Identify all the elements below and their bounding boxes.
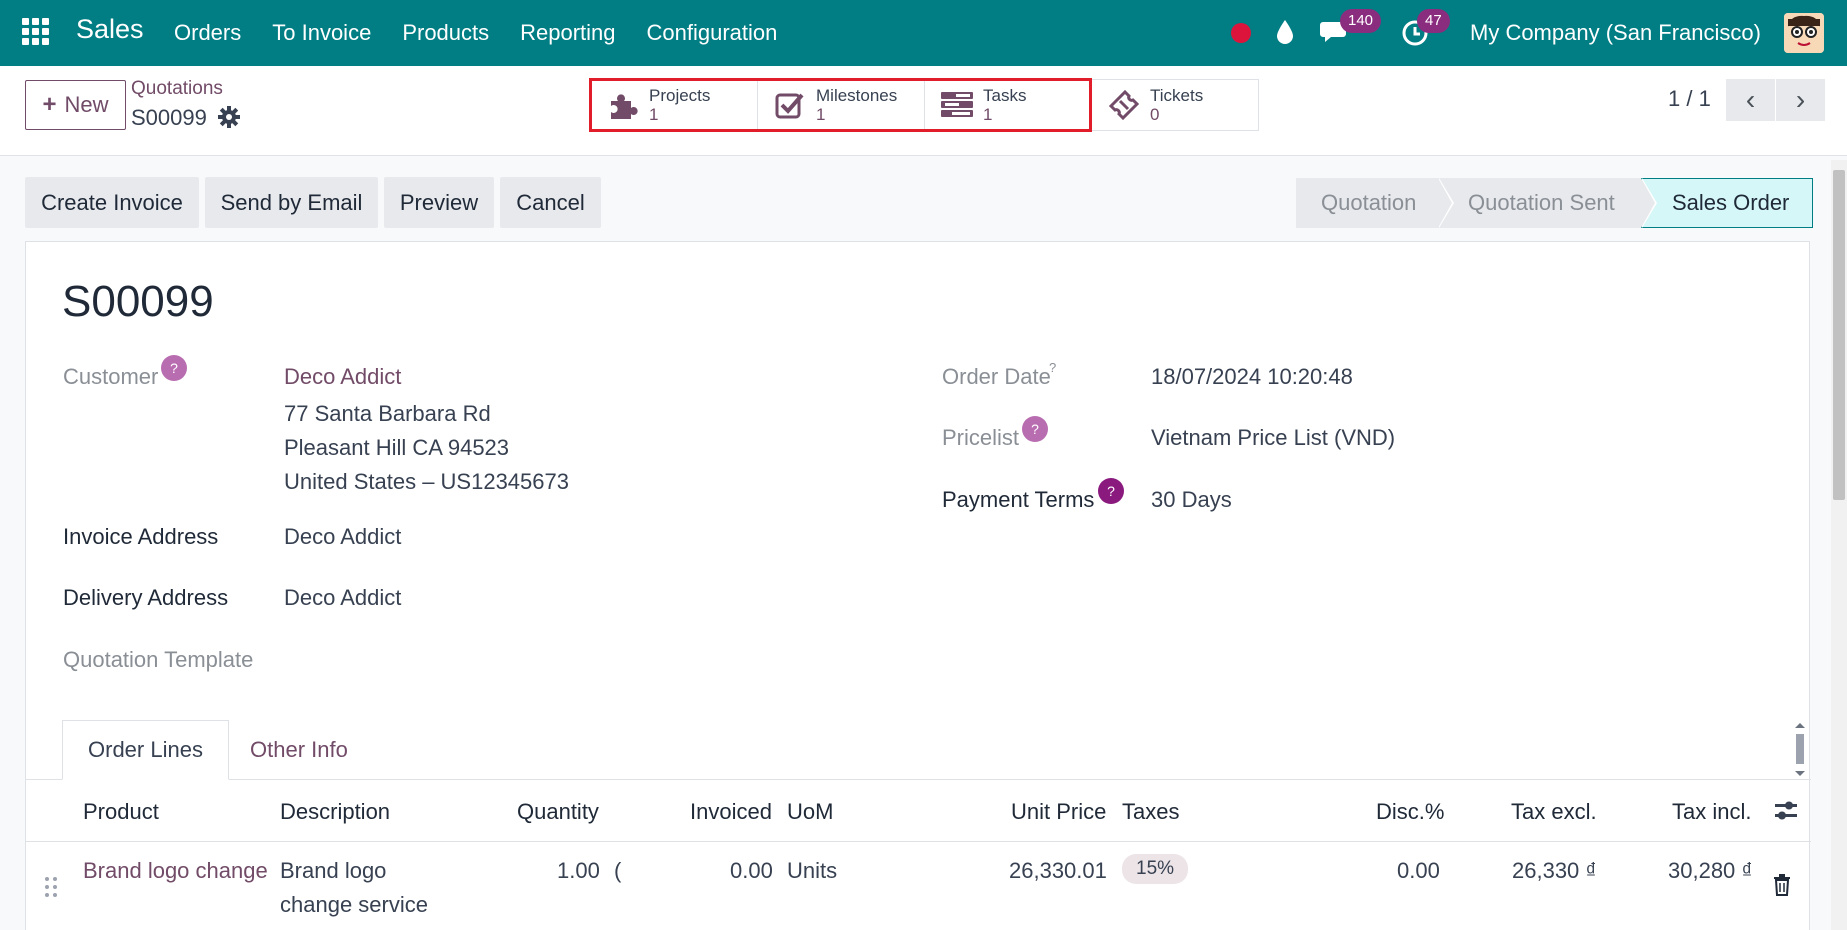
status-bar: Quotation Quotation Sent Sales Order xyxy=(1296,178,1813,228)
drag-handle-icon[interactable] xyxy=(44,876,58,898)
quotation-template-label: Quotation Template xyxy=(63,647,254,672)
pricelist-help-icon[interactable]: ? xyxy=(1022,416,1048,442)
activity-count-badge: 47 xyxy=(1417,9,1450,33)
order-date-label: Order Date xyxy=(942,364,1051,389)
send-by-email-button[interactable]: Send by Email xyxy=(205,177,378,228)
tasks-icon xyxy=(939,87,975,123)
column-header-invoiced[interactable]: Invoiced xyxy=(690,799,772,825)
column-header-unit-price[interactable]: Unit Price xyxy=(1011,799,1106,825)
app-name[interactable]: Sales xyxy=(76,14,144,45)
column-header-discount[interactable]: Disc.% xyxy=(1376,799,1444,825)
menu-item-orders[interactable]: Orders xyxy=(174,20,241,46)
payment-terms-label: Payment Terms xyxy=(942,487,1095,512)
notebook-tabs: Order Lines Other Info xyxy=(26,720,1811,780)
user-avatar[interactable] xyxy=(1784,13,1824,53)
company-switcher[interactable]: My Company (San Francisco) xyxy=(1470,20,1761,46)
avatar-face-icon xyxy=(1784,13,1824,53)
table-scrollbar[interactable] xyxy=(1794,722,1806,777)
recording-dot-icon[interactable] xyxy=(1231,23,1251,43)
apps-grid-icon[interactable] xyxy=(22,18,49,45)
breadcrumb-current: S00099 xyxy=(131,105,207,130)
column-header-product[interactable]: Product xyxy=(83,799,159,825)
order-date-help-icon[interactable]: ? xyxy=(1049,360,1056,375)
smart-button-projects[interactable]: Projects 1 xyxy=(590,79,758,131)
tab-other-info[interactable]: Other Info xyxy=(225,720,373,780)
pager-next-button[interactable]: › xyxy=(1776,79,1825,121)
ticket-icon xyxy=(1106,87,1142,123)
table-row[interactable]: Brand logo change Brand logo change serv… xyxy=(26,842,1811,930)
tax-tag[interactable]: 15% xyxy=(1122,854,1189,884)
new-button[interactable]: + New xyxy=(25,80,126,130)
order-lines-header: Product Description Quantity Invoiced Uo… xyxy=(26,780,1811,842)
record-title: S00099 xyxy=(62,277,214,326)
smart-buttons: Projects 1 Milestones 1 Tasks 1 Tickets … xyxy=(590,79,1259,131)
row-tax-excl: 26,330 ₫ xyxy=(1512,858,1597,883)
order-date-field[interactable]: 18/07/2024 10:20:48 xyxy=(1151,364,1353,390)
trash-icon[interactable] xyxy=(1773,874,1791,896)
payment-terms-help-icon[interactable]: ? xyxy=(1098,478,1124,504)
row-description-line2[interactable]: change service xyxy=(280,892,428,918)
customer-address-line2: Pleasant Hill CA 94523 xyxy=(284,435,510,460)
row-discount[interactable]: 0.00 xyxy=(1397,858,1440,884)
row-uom[interactable]: Units xyxy=(787,858,837,884)
status-step-quotation-sent[interactable]: Quotation Sent xyxy=(1438,178,1657,228)
column-header-quantity[interactable]: Quantity xyxy=(517,799,599,825)
create-invoice-button[interactable]: Create Invoice xyxy=(25,177,199,228)
plus-icon: + xyxy=(42,91,57,118)
main-menu: Orders To Invoice Products Reporting Con… xyxy=(174,20,808,46)
row-quantity[interactable]: 1.00 xyxy=(557,858,600,884)
preview-button[interactable]: Preview xyxy=(384,177,494,228)
form-sheet: S00099 Customer ? Deco Addict 77 Santa B… xyxy=(25,241,1811,930)
column-header-uom[interactable]: UoM xyxy=(787,799,833,825)
breadcrumb-parent[interactable]: Quotations xyxy=(131,78,223,100)
droplet-icon[interactable] xyxy=(1275,18,1295,46)
smart-button-tickets[interactable]: Tickets 0 xyxy=(1091,79,1259,131)
optional-columns-icon[interactable] xyxy=(1773,798,1799,824)
row-tax-incl: 30,280 ₫ xyxy=(1668,858,1753,883)
menu-item-configuration[interactable]: Configuration xyxy=(647,20,778,46)
tab-order-lines[interactable]: Order Lines xyxy=(62,720,229,780)
pager-value[interactable]: 1 / 1 xyxy=(1668,86,1711,112)
row-invoiced: 0.00 xyxy=(730,858,773,883)
menu-item-to-invoice[interactable]: To Invoice xyxy=(272,20,371,46)
chevron-right-icon: › xyxy=(1795,84,1806,115)
menu-item-products[interactable]: Products xyxy=(402,20,489,46)
column-header-tax-incl[interactable]: Tax incl. xyxy=(1672,799,1751,825)
row-delivered-truncated: ( xyxy=(614,858,622,883)
column-header-taxes[interactable]: Taxes xyxy=(1122,799,1179,825)
menu-item-reporting[interactable]: Reporting xyxy=(520,20,615,46)
pager-previous-button[interactable]: ‹ xyxy=(1726,79,1775,121)
invoice-address-field[interactable]: Deco Addict xyxy=(284,524,401,550)
top-navbar: Sales Orders To Invoice Products Reporti… xyxy=(0,0,1847,66)
status-step-quotation[interactable]: Quotation xyxy=(1296,178,1454,228)
smart-button-tasks[interactable]: Tasks 1 xyxy=(924,79,1092,131)
cancel-button[interactable]: Cancel xyxy=(500,177,601,228)
customer-address-line3: United States – US12345673 xyxy=(284,469,569,494)
customer-address-line1: 77 Santa Barbara Rd xyxy=(284,401,491,426)
row-description-line1[interactable]: Brand logo xyxy=(280,858,386,884)
customer-label: Customer xyxy=(63,364,159,389)
gear-icon[interactable] xyxy=(218,106,240,128)
check-square-icon xyxy=(772,87,808,123)
control-panel: + New Quotations S00099 Projects 1 Miles… xyxy=(0,66,1847,156)
column-header-tax-excl[interactable]: Tax excl. xyxy=(1511,799,1597,825)
invoice-address-label: Invoice Address xyxy=(63,524,219,549)
chevron-left-icon: ‹ xyxy=(1745,84,1756,115)
column-header-description[interactable]: Description xyxy=(280,799,390,825)
chat-count-badge: 140 xyxy=(1340,9,1382,33)
pricelist-label: Pricelist xyxy=(942,425,1020,450)
status-step-sales-order[interactable]: Sales Order xyxy=(1641,178,1813,228)
delivery-address-field[interactable]: Deco Addict xyxy=(284,585,401,611)
delivery-address-label: Delivery Address xyxy=(63,585,229,610)
smart-button-milestones[interactable]: Milestones 1 xyxy=(757,79,925,131)
customer-field[interactable]: Deco Addict xyxy=(284,364,401,390)
page-scrollbar-thumb[interactable] xyxy=(1833,170,1845,500)
puzzle-icon xyxy=(605,87,641,123)
row-product[interactable]: Brand logo change xyxy=(83,858,268,884)
pricelist-field[interactable]: Vietnam Price List (VND) xyxy=(1151,425,1395,451)
customer-help-icon[interactable]: ? xyxy=(161,355,187,381)
row-unit-price[interactable]: 26,330.01 xyxy=(1009,858,1107,884)
payment-terms-field[interactable]: 30 Days xyxy=(1151,487,1232,513)
